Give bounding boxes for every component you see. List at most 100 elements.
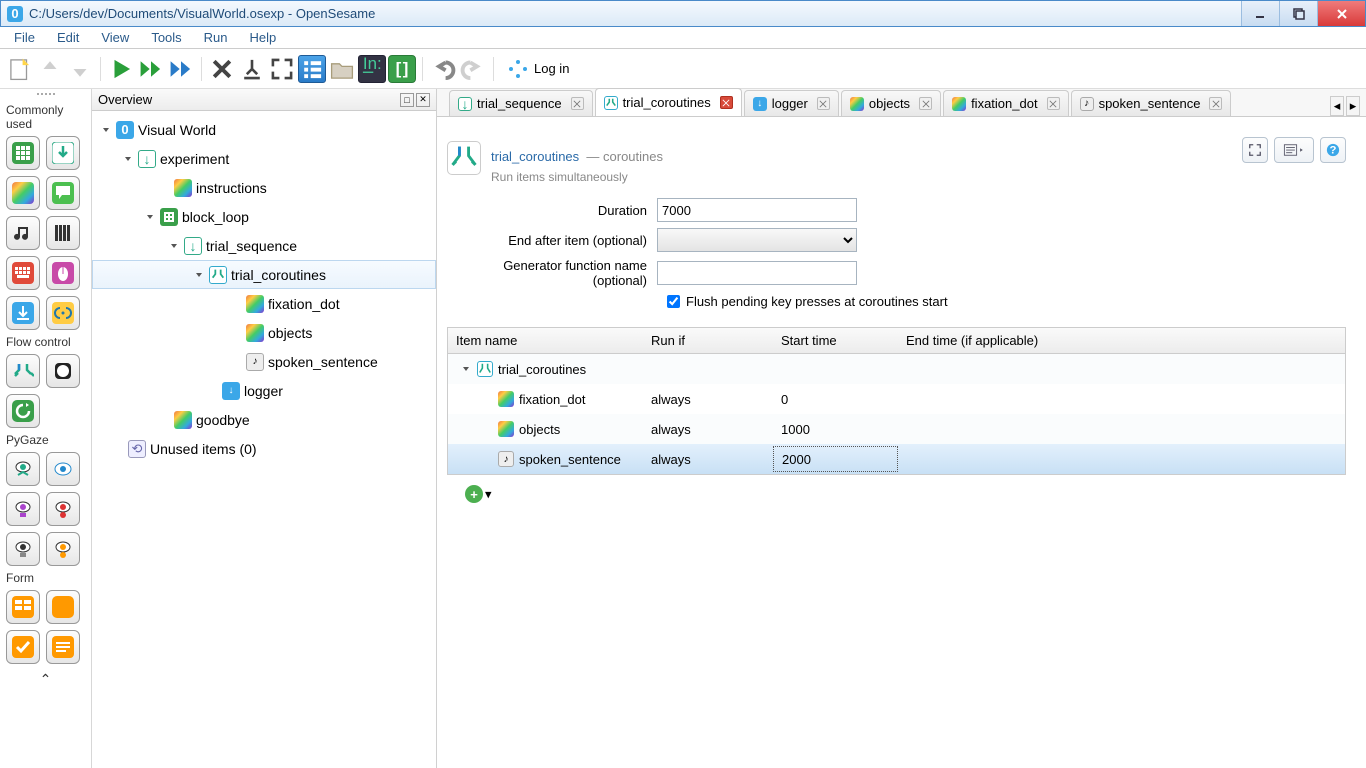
palette-mouse-icon[interactable] (46, 256, 80, 290)
palette-sequence-icon[interactable] (46, 136, 80, 170)
tree-spoken-sentence[interactable]: ♪spoken_sentence (92, 347, 436, 376)
overview-float-button[interactable]: □ (400, 93, 414, 107)
tree-block-loop[interactable]: block_loop (92, 202, 436, 231)
view-script-button[interactable] (1274, 137, 1314, 163)
palette-expand-icon[interactable]: ⌃ (2, 667, 89, 688)
tree-root[interactable]: 0Visual World (92, 115, 436, 144)
col-run-if[interactable]: Run if (643, 333, 773, 348)
tab-close-icon[interactable] (571, 97, 584, 110)
palette-logger-icon[interactable] (6, 296, 40, 330)
tab-close-icon[interactable] (720, 96, 733, 109)
palette-loop-icon[interactable] (6, 136, 40, 170)
palette-gaze-stop-icon[interactable] (46, 492, 80, 526)
palette-form-text-icon[interactable] (46, 630, 80, 664)
tab-logger[interactable]: ↓logger (744, 90, 839, 116)
tree-logger[interactable]: ↓logger (92, 376, 436, 405)
palette-gaze-start-icon[interactable] (6, 492, 40, 526)
add-item-button[interactable]: +▾ (447, 485, 1346, 503)
close-button[interactable] (1317, 1, 1365, 26)
minimize-button[interactable] (1241, 1, 1279, 26)
plus-icon: + (465, 485, 483, 503)
menu-view[interactable]: View (91, 28, 139, 47)
redo-button[interactable] (459, 55, 487, 83)
table-parent-row[interactable]: trial_coroutines (448, 354, 1345, 384)
table-row[interactable]: ♪spoken_sentence always 2000 (448, 444, 1345, 474)
palette-gaze-log-icon[interactable] (6, 532, 40, 566)
palette-repeat-icon[interactable] (46, 354, 80, 388)
run-button[interactable] (107, 55, 135, 83)
tree-fixation-dot[interactable]: fixation_dot (92, 289, 436, 318)
flush-label: Flush pending key presses at coroutines … (686, 294, 958, 309)
tab-close-icon[interactable] (817, 97, 830, 110)
nav-down-button[interactable] (66, 55, 94, 83)
run-quick-button[interactable] (167, 55, 195, 83)
duration-input[interactable] (657, 198, 857, 222)
main-toolbar: In: [ ] Log in (0, 49, 1366, 89)
login-button[interactable]: Log in (508, 59, 569, 79)
tab-spoken-sentence[interactable]: ♪spoken_sentence (1071, 90, 1232, 116)
tab-scroll-right[interactable]: ▸ (1346, 96, 1360, 116)
maximize-editor-button[interactable] (1242, 137, 1268, 163)
tab-trial-coroutines[interactable]: trial_coroutines (595, 88, 742, 116)
table-row[interactable]: objects always 1000 (448, 414, 1345, 444)
tab-fixation-dot[interactable]: fixation_dot (943, 90, 1069, 116)
menu-file[interactable]: File (4, 28, 45, 47)
palette-gaze-drift-icon[interactable] (46, 452, 80, 486)
palette-inline-icon[interactable] (46, 296, 80, 330)
end-after-select[interactable] (657, 228, 857, 252)
tree-unused[interactable]: ⟲Unused items (0) (92, 434, 436, 463)
palette-synth-icon[interactable] (46, 216, 80, 250)
palette-coroutines-icon[interactable] (6, 354, 40, 388)
tree-experiment[interactable]: ↓experiment (92, 144, 436, 173)
item-palette: Commonly used Flow control (0, 89, 92, 768)
tree-trial-coroutines[interactable]: trial_coroutines (92, 260, 436, 289)
help-button[interactable]: ? (1320, 137, 1346, 163)
console-button[interactable]: In: (358, 55, 386, 83)
palette-gaze-wait-icon[interactable] (46, 532, 80, 566)
menu-tools[interactable]: Tools (141, 28, 191, 47)
start-time-editing-cell[interactable]: 2000 (773, 446, 898, 472)
flush-checkbox[interactable] (667, 295, 680, 308)
run-fast-button[interactable] (137, 55, 165, 83)
kill-button[interactable] (208, 55, 236, 83)
col-end-time[interactable]: End time (if applicable) (898, 333, 1345, 348)
palette-sketchpad-icon[interactable] (6, 176, 40, 210)
tree-objects[interactable]: objects (92, 318, 436, 347)
merge-button[interactable] (238, 55, 266, 83)
palette-sampler-icon[interactable] (6, 216, 40, 250)
generator-input[interactable] (657, 261, 857, 285)
filepool-button[interactable] (328, 55, 356, 83)
coroutines-items-table: Item name Run if Start time End time (if… (447, 327, 1346, 475)
tree-trial-sequence[interactable]: ↓trial_sequence (92, 231, 436, 260)
col-item-name[interactable]: Item name (448, 333, 643, 348)
variable-inspector-button[interactable]: [ ] (388, 55, 416, 83)
tab-scroll-left[interactable]: ◂ (1330, 96, 1344, 116)
col-start-time[interactable]: Start time (773, 333, 898, 348)
tab-objects[interactable]: objects (841, 90, 941, 116)
palette-gaze-init-icon[interactable] (6, 452, 40, 486)
palette-form-display-icon[interactable] (46, 590, 80, 624)
new-button[interactable] (6, 55, 34, 83)
palette-feedback-icon[interactable] (46, 176, 80, 210)
menu-edit[interactable]: Edit (47, 28, 89, 47)
palette-form-consent-icon[interactable] (6, 630, 40, 664)
tab-close-icon[interactable] (1209, 97, 1222, 110)
maximize-button[interactable] (1279, 1, 1317, 26)
table-row[interactable]: fixation_dot always 0 (448, 384, 1345, 414)
undo-button[interactable] (429, 55, 457, 83)
overview-tree[interactable]: 0Visual World ↓experiment instructions b… (92, 111, 436, 768)
menu-help[interactable]: Help (240, 28, 287, 47)
menu-run[interactable]: Run (194, 28, 238, 47)
palette-keyboard-icon[interactable] (6, 256, 40, 290)
tab-close-icon[interactable] (919, 97, 932, 110)
palette-form-base-icon[interactable] (6, 590, 40, 624)
tab-close-icon[interactable] (1047, 97, 1060, 110)
overview-close-button[interactable]: ✕ (416, 93, 430, 107)
fullscreen-button[interactable] (268, 55, 296, 83)
tab-trial-sequence[interactable]: ↓trial_sequence (449, 90, 593, 116)
overview-toggle-button[interactable] (298, 55, 326, 83)
palette-reset-icon[interactable] (6, 394, 40, 428)
tree-goodbye[interactable]: goodbye (92, 405, 436, 434)
nav-up-button[interactable] (36, 55, 64, 83)
tree-instructions[interactable]: instructions (92, 173, 436, 202)
